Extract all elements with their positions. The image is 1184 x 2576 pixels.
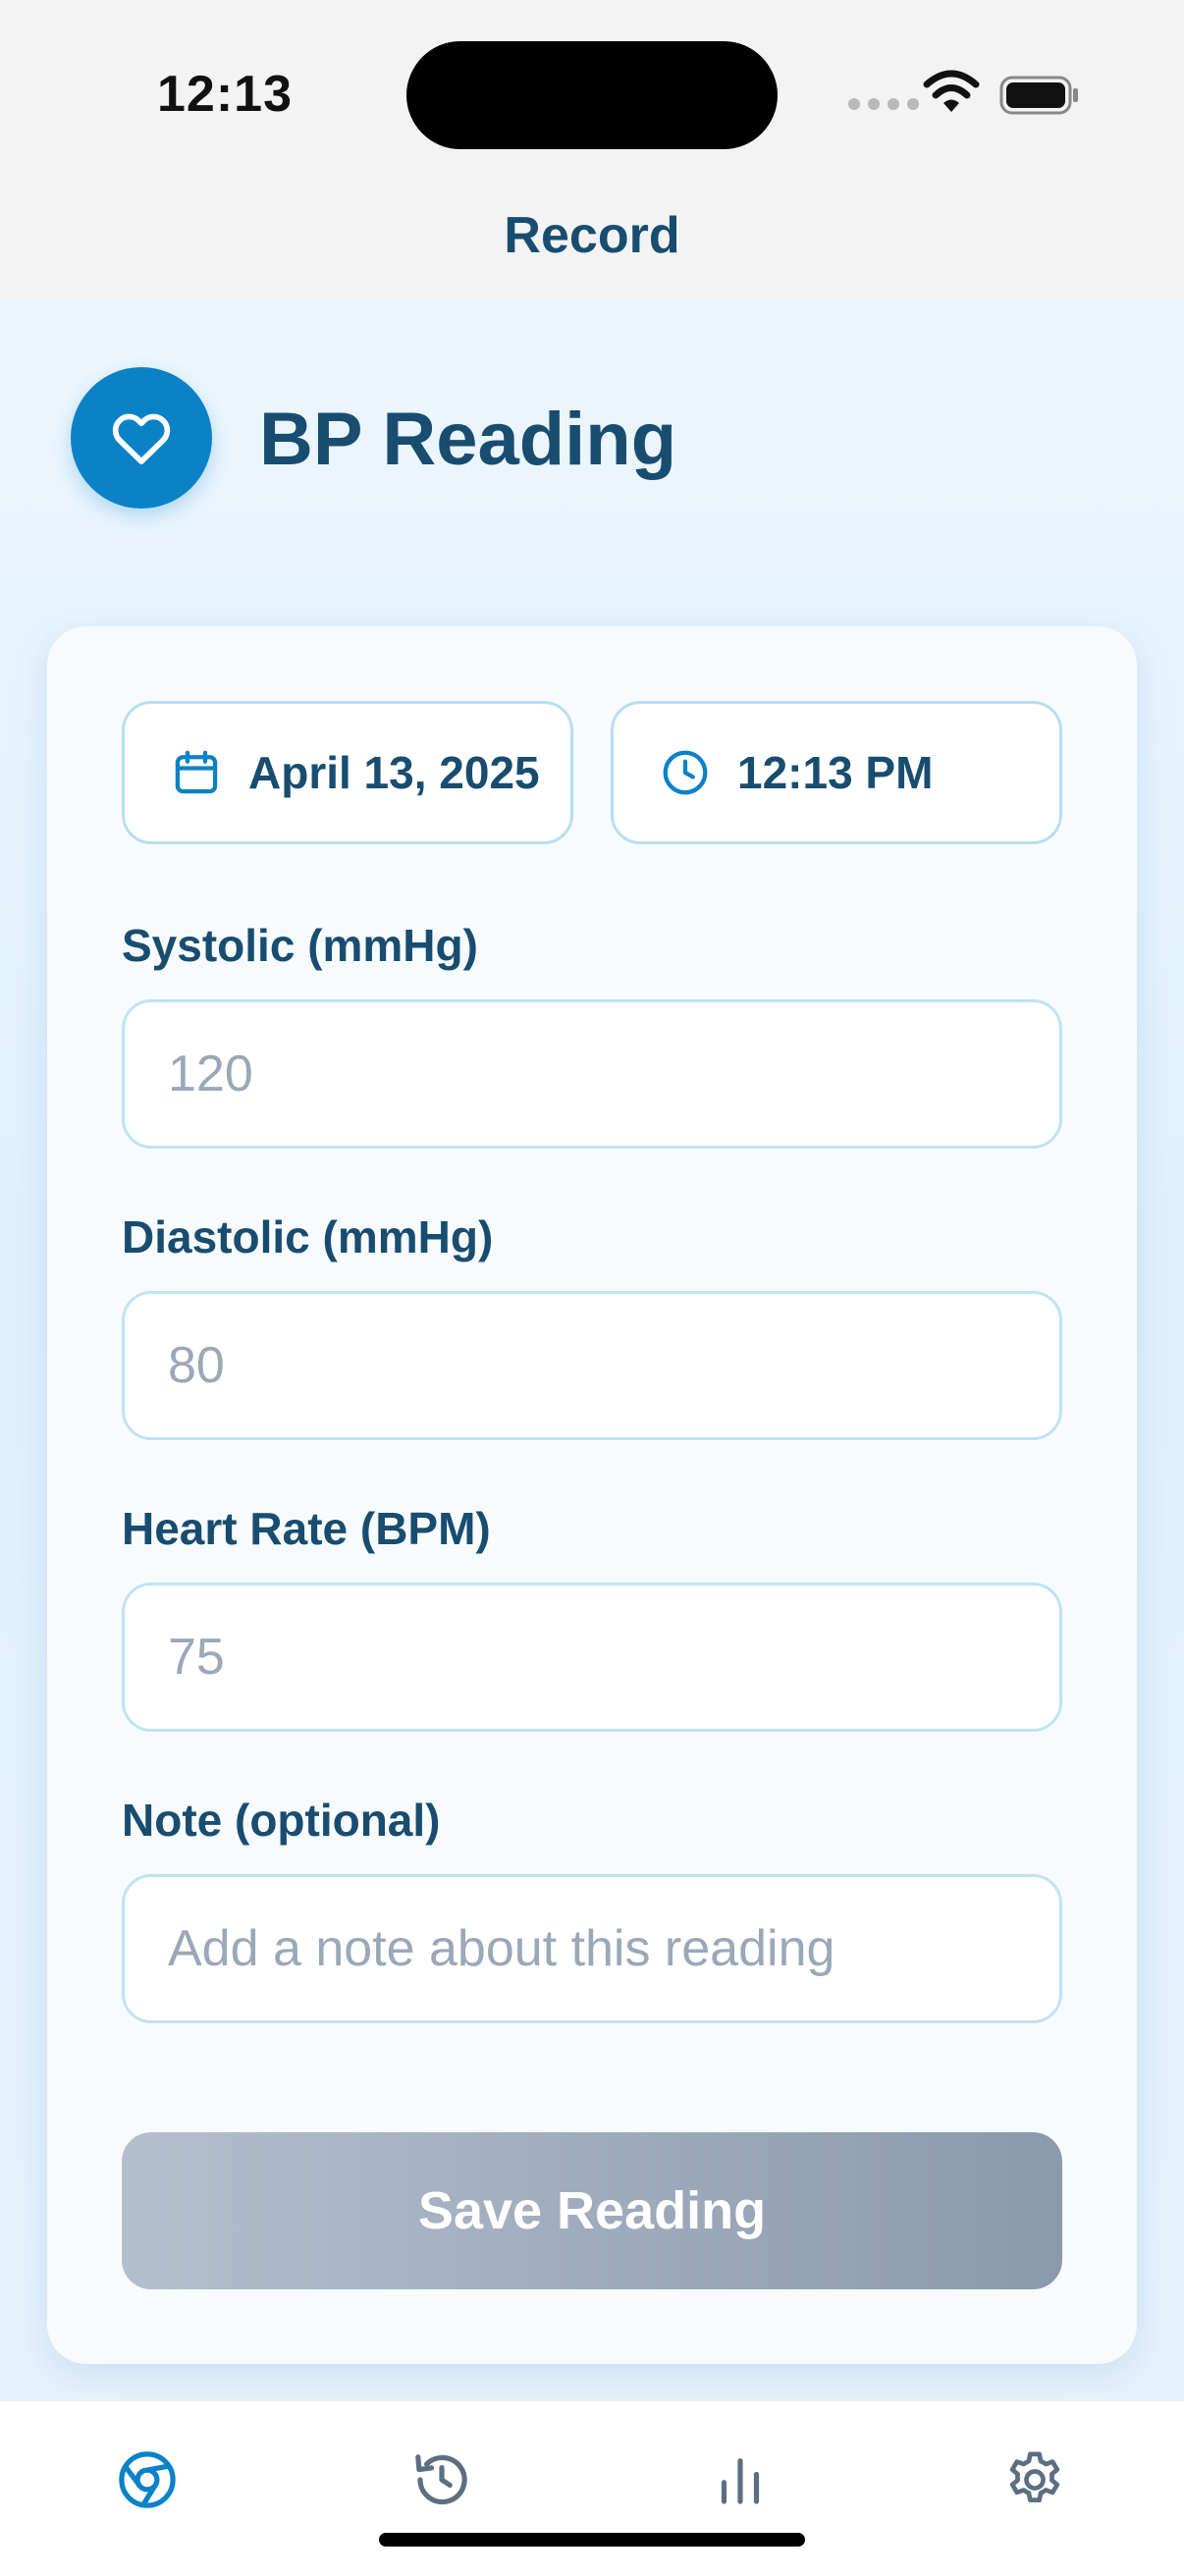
wifi-icon: [923, 70, 980, 112]
settings-icon: [1009, 2451, 1060, 2502]
save-reading-button[interactable]: Save Reading: [122, 2132, 1062, 2289]
nav-title: Record: [504, 207, 680, 264]
note-label: Note (optional): [122, 1795, 441, 1846]
tab-bar: [0, 2399, 1184, 2576]
heart-badge: [71, 367, 212, 509]
date-picker-button[interactable]: April 13, 2025: [122, 701, 573, 844]
status-time: 12:13: [157, 66, 293, 123]
tab-history[interactable]: [403, 2441, 481, 2519]
heart-rate-label: Heart Rate (BPM): [122, 1503, 491, 1554]
diastolic-label: Diastolic (mmHg): [122, 1211, 494, 1262]
time-picker-button[interactable]: 12:13 PM: [611, 701, 1062, 844]
tab-settings[interactable]: [996, 2441, 1074, 2519]
note-input[interactable]: [122, 1874, 1062, 2023]
stats-icon: [721, 2458, 760, 2504]
tab-stats[interactable]: [701, 2441, 780, 2519]
history-icon: [415, 2454, 467, 2505]
heart-icon: [112, 413, 171, 464]
page-title: BP Reading: [259, 398, 677, 481]
date-value: April 13, 2025: [248, 747, 540, 798]
battery-icon: [999, 76, 1078, 115]
systolic-label: Systolic (mmHg): [122, 920, 478, 971]
cellular-signal-icon: [848, 98, 919, 110]
top-bar: 12:13 Record: [0, 0, 1184, 298]
home-indicator: [379, 2533, 805, 2547]
reading-form-card: [47, 626, 1137, 2364]
dynamic-island: [406, 41, 778, 149]
diastolic-input[interactable]: [122, 1291, 1062, 1440]
time-value: 12:13 PM: [737, 747, 934, 798]
record-icon: [119, 2451, 176, 2508]
systolic-input[interactable]: [122, 999, 1062, 1149]
clock-icon: [663, 750, 708, 795]
heart-rate-input[interactable]: [122, 1583, 1062, 1732]
calendar-icon: [175, 750, 218, 794]
tab-record[interactable]: [108, 2441, 187, 2519]
